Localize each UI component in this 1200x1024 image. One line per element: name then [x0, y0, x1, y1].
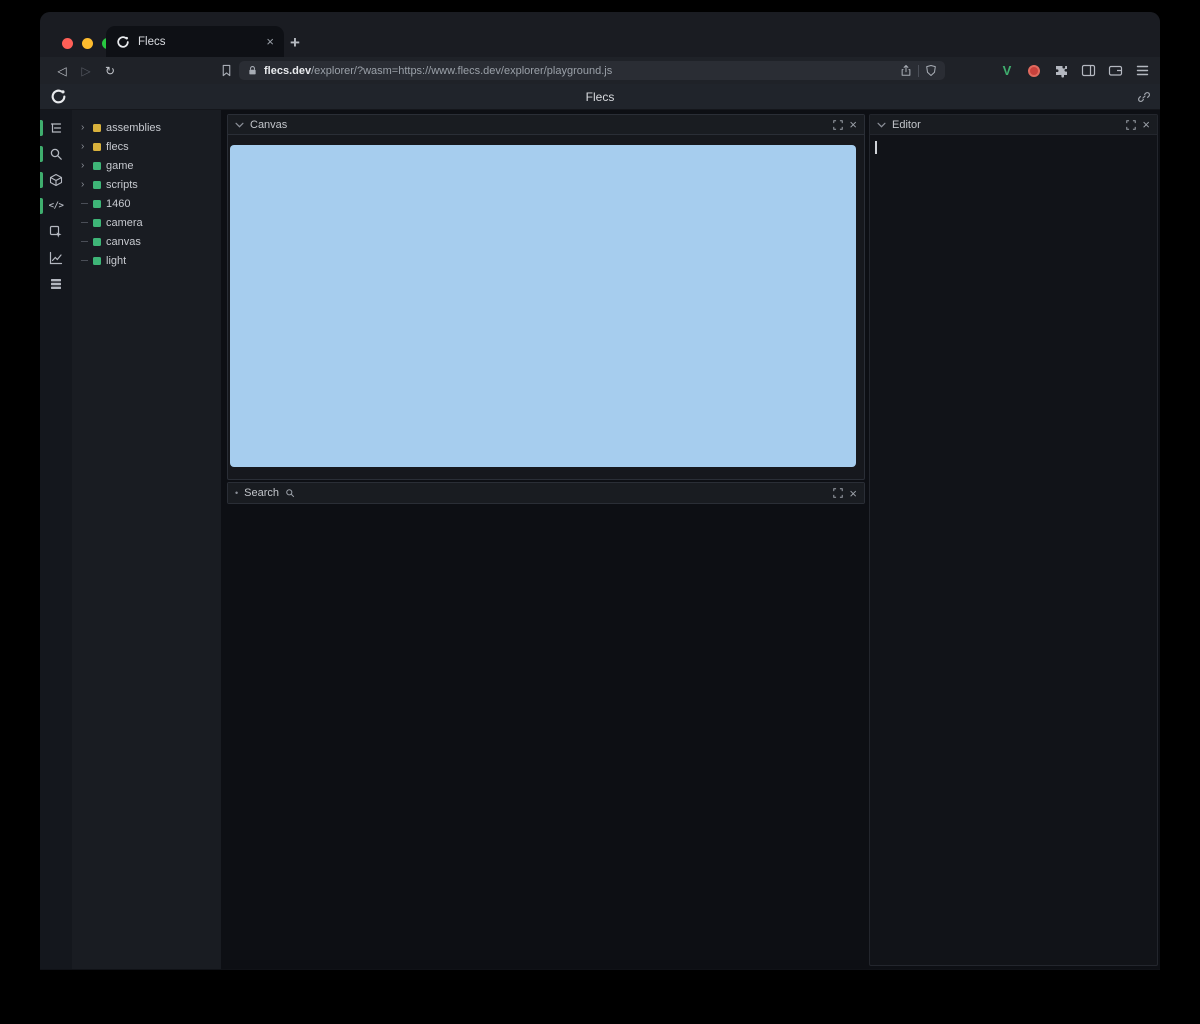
- browser-tab-flecs[interactable]: Flecs ×: [106, 26, 284, 57]
- minimize-window-button[interactable]: [82, 38, 93, 49]
- url-host: flecs.dev: [264, 65, 311, 77]
- sidebar-toggle-icon[interactable]: [1080, 63, 1096, 79]
- tree-item-camera[interactable]: camera: [72, 213, 221, 232]
- close-icon[interactable]: ×: [849, 487, 857, 500]
- search-panel-header[interactable]: • Search ×: [228, 483, 864, 503]
- tree-guide-line: [81, 222, 88, 223]
- editor-panel: Editor ×: [869, 114, 1158, 966]
- editor-panel-header[interactable]: Editor ×: [870, 115, 1157, 135]
- tab-title: Flecs: [138, 36, 258, 48]
- chevron-down-icon[interactable]: [235, 122, 244, 128]
- entity-color-swatch: [93, 219, 101, 227]
- editor-text-area[interactable]: [870, 135, 1157, 964]
- tree-item-flecs[interactable]: › flecs: [72, 137, 221, 156]
- flecs-logo-icon[interactable]: [50, 88, 67, 105]
- rows-icon[interactable]: [40, 271, 72, 297]
- tree-item-1460[interactable]: 1460: [72, 194, 221, 213]
- puzzle-extensions-icon[interactable]: [1053, 63, 1069, 79]
- expand-icon[interactable]: [1126, 120, 1136, 130]
- expand-icon[interactable]: [833, 488, 843, 498]
- extension-cluster: V: [999, 63, 1150, 79]
- expand-chevron-icon[interactable]: ›: [81, 142, 88, 152]
- tree-item-game[interactable]: › game: [72, 156, 221, 175]
- canvas-panel-body: [228, 135, 864, 479]
- toolbar-divider: [918, 65, 919, 77]
- canvas-panel: Canvas ×: [227, 114, 865, 480]
- canvas-panel-header[interactable]: Canvas ×: [228, 115, 864, 135]
- close-icon[interactable]: ×: [849, 118, 857, 131]
- tree-item-label: canvas: [106, 236, 141, 248]
- entity-color-swatch: [93, 257, 101, 265]
- tree-item-label: game: [106, 160, 134, 172]
- collapsed-bullet-icon[interactable]: •: [235, 488, 238, 498]
- tree-item-label: light: [106, 255, 126, 267]
- vimium-extension-icon[interactable]: V: [999, 63, 1015, 79]
- entity-color-swatch: [93, 124, 101, 132]
- editor-caret: [875, 141, 877, 154]
- entity-color-swatch: [93, 162, 101, 170]
- address-bar[interactable]: flecs.dev/explorer/?wasm=https://www.fle…: [239, 61, 945, 80]
- reload-button[interactable]: ↻: [98, 64, 122, 78]
- tree-item-canvas[interactable]: canvas: [72, 232, 221, 251]
- browser-toolbar: ◁ ▷ ↻ flecs.dev/explorer/?wasm=https://w…: [40, 57, 1160, 84]
- entity-color-swatch: [93, 200, 101, 208]
- url-path: /explorer/?wasm=https://www.flecs.dev/ex…: [311, 65, 612, 77]
- close-icon[interactable]: ×: [1142, 118, 1150, 131]
- close-window-button[interactable]: [62, 38, 73, 49]
- url-text: flecs.dev/explorer/?wasm=https://www.fle…: [264, 65, 894, 77]
- expand-chevron-icon[interactable]: ›: [81, 123, 88, 133]
- tree-item-label: scripts: [106, 179, 138, 191]
- app-header: Flecs: [40, 84, 1160, 110]
- entity-tree: › assemblies › flecs › game › scripts 1460 camera…: [72, 110, 221, 969]
- tab-strip: Flecs × +: [40, 12, 1160, 57]
- tree-item-scripts[interactable]: › scripts: [72, 175, 221, 194]
- tree-item-label: flecs: [106, 141, 129, 153]
- inspect-icon[interactable]: [40, 219, 72, 245]
- search-panel-title: Search: [244, 487, 279, 499]
- tab-close-icon[interactable]: ×: [266, 35, 274, 48]
- chevron-down-icon[interactable]: [877, 122, 886, 128]
- lock-icon: [247, 65, 258, 76]
- tree-item-assemblies[interactable]: › assemblies: [72, 118, 221, 137]
- share-link-icon[interactable]: [1137, 90, 1151, 104]
- cube-icon[interactable]: [40, 167, 72, 193]
- code-icon[interactable]: </>: [40, 193, 72, 219]
- tree-item-light[interactable]: light: [72, 251, 221, 270]
- red-circle-extension-icon[interactable]: [1026, 63, 1042, 79]
- bookmark-icon[interactable]: [220, 64, 233, 77]
- new-tab-button[interactable]: +: [290, 33, 300, 53]
- tree-guide-line: [81, 203, 88, 204]
- tree-guide-line: [81, 241, 88, 242]
- entity-color-swatch: [93, 238, 101, 246]
- canvas-panel-title: Canvas: [250, 119, 287, 131]
- magnifier-icon: [285, 488, 295, 498]
- back-button[interactable]: ◁: [50, 64, 74, 78]
- entity-color-swatch: [93, 181, 101, 189]
- expand-chevron-icon[interactable]: ›: [81, 180, 88, 190]
- tree-item-label: camera: [106, 217, 143, 229]
- search-icon[interactable]: [40, 141, 72, 167]
- search-panel: • Search ×: [227, 482, 865, 504]
- app-content: </> › assemblies › flecs › game › scripts 1460 ca…: [40, 110, 1160, 969]
- tree-item-label: 1460: [106, 198, 130, 210]
- tree-guide-line: [81, 260, 88, 261]
- wallet-icon[interactable]: [1107, 63, 1123, 79]
- tree-item-label: assemblies: [106, 122, 161, 134]
- share-icon[interactable]: [900, 64, 912, 77]
- entity-tree-icon[interactable]: [40, 115, 72, 141]
- stats-icon[interactable]: [40, 245, 72, 271]
- shield-icon[interactable]: [925, 64, 937, 77]
- browser-window: Flecs × + ◁ ▷ ↻ flecs.dev/explorer/?wasm…: [40, 12, 1160, 970]
- expand-chevron-icon[interactable]: ›: [81, 161, 88, 171]
- page-title: Flecs: [586, 90, 615, 104]
- canvas-surface[interactable]: [230, 145, 856, 467]
- entity-color-swatch: [93, 143, 101, 151]
- editor-panel-title: Editor: [892, 119, 921, 131]
- expand-icon[interactable]: [833, 120, 843, 130]
- tool-sidebar: </>: [40, 110, 72, 969]
- forward-button[interactable]: ▷: [74, 64, 98, 78]
- menu-icon[interactable]: [1134, 63, 1150, 79]
- tab-favicon-flecs-logo-icon: [116, 35, 130, 49]
- main-area: Canvas × • Search: [221, 110, 1160, 969]
